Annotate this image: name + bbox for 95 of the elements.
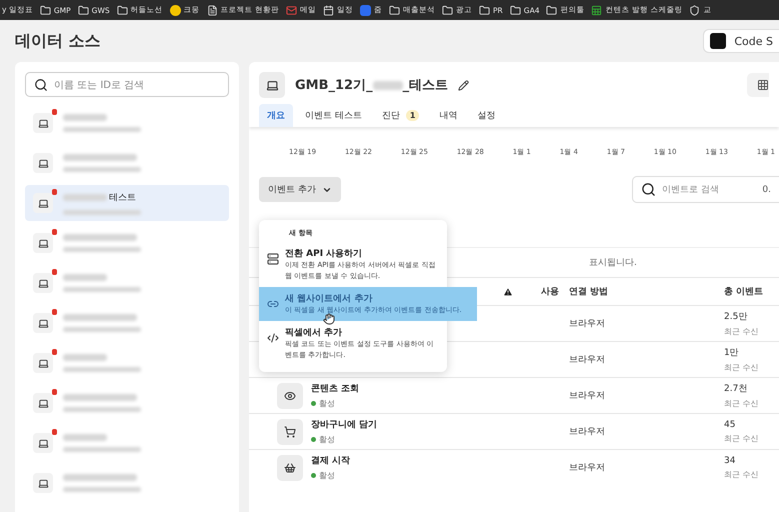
bookmark-icon (170, 4, 181, 16)
logo-icon (710, 33, 726, 49)
folder-icon (40, 4, 51, 16)
laptop-icon (38, 238, 48, 248)
laptop-icon (38, 318, 48, 328)
search-icon (34, 78, 48, 92)
add-event-button[interactable]: 이벤트 추가 (259, 177, 341, 202)
alert-icon (52, 309, 57, 315)
table-cell-text: 브라우저 (569, 390, 606, 402)
source-title: GMB_12기_ _테스트 (295, 77, 448, 94)
basket-icon (284, 462, 296, 474)
table-cell-text: 브라우저 (569, 354, 606, 366)
sidebar-item[interactable]: 테스트 (25, 185, 229, 221)
laptop-icon (38, 398, 48, 408)
table-cell-text: 2.7천 (724, 383, 748, 395)
event-status: 활성 (311, 398, 360, 409)
event-name: 장바구니에 담기 (311, 419, 378, 431)
link-icon (267, 298, 279, 310)
bookmark-icon (323, 4, 334, 16)
folder-icon (442, 4, 454, 16)
alert-icon (52, 349, 57, 355)
bookmark-icon (360, 4, 372, 16)
laptop-icon (38, 278, 48, 288)
source-name: 테스트 (109, 192, 136, 204)
code-icon (267, 332, 279, 344)
grid-button[interactable] (747, 73, 769, 97)
status-dot (311, 437, 316, 442)
laptop-icon (38, 358, 48, 368)
folder-icon (78, 4, 89, 16)
tab[interactable]: 개요 (259, 104, 293, 127)
bookmark-icon (206, 4, 218, 16)
alert-icon (52, 269, 57, 275)
bookmark-icon (689, 4, 700, 16)
laptop-icon (38, 438, 48, 448)
alert-icon (52, 389, 57, 395)
cart-icon (284, 426, 296, 438)
laptop-icon (38, 478, 48, 488)
blurred-name (63, 354, 107, 361)
blurred-name (63, 194, 107, 201)
tab[interactable]: 진단 1 (374, 104, 428, 127)
laptop-icon (38, 158, 48, 168)
event-status: 활성 (311, 470, 350, 481)
page-title: 데이터 소스 (15, 30, 101, 52)
alert-icon (52, 189, 57, 195)
table-cell-text: 최근 수신 (724, 432, 760, 444)
laptop-icon (38, 118, 48, 128)
laptop-icon (38, 198, 48, 208)
status-dot (311, 401, 316, 406)
event-status: 활성 (311, 434, 378, 445)
table-cell-text: 45 (724, 420, 736, 430)
table-cell-text: 최근 수신 (724, 326, 760, 337)
laptop-icon (266, 78, 278, 92)
table-cell-text: 2.5만 (724, 311, 748, 323)
warning-icon (503, 286, 513, 296)
folder-icon (389, 4, 400, 16)
table-cell-text: 브라우저 (569, 318, 606, 330)
column-header: 사용 (503, 285, 569, 298)
count-badge: 1 (406, 110, 420, 121)
server-icon (267, 253, 279, 265)
bookmark-icon (286, 4, 298, 16)
folder-icon (116, 4, 128, 16)
event-name: 결제 시작 (311, 455, 350, 467)
tab[interactable]: 내역 (431, 104, 466, 127)
table-cell-text: 최근 수신 (724, 362, 760, 373)
event-search-field[interactable]: 이벤트로 검색 0. (632, 176, 779, 203)
hand-cursor-icon (323, 313, 335, 325)
folder-icon (546, 4, 558, 16)
status-dot (311, 473, 316, 478)
table-cell-text: 브라우저 (569, 426, 606, 438)
count-text: 0. (762, 184, 771, 194)
search-field[interactable]: 이름 또는 ID로 검색 (25, 72, 229, 97)
tab[interactable]: 이벤트 테스트 (297, 104, 370, 127)
table-cell-text: 최근 수신 (724, 468, 760, 480)
table-cell-text: 브라우저 (569, 462, 606, 474)
blurred-name (63, 114, 107, 121)
search-icon (641, 182, 656, 197)
blurred-name (63, 274, 107, 281)
event-name: 콘텐츠 조회 (311, 383, 360, 395)
column-header: 연결 방법 (569, 286, 610, 298)
alert-icon (52, 109, 57, 115)
table-cell-text: 34 (724, 456, 736, 466)
tab[interactable]: 설정 (469, 104, 504, 127)
table-cell-text: 최근 수신 (724, 398, 760, 409)
folder-icon (479, 4, 490, 16)
edit-icon[interactable] (458, 80, 470, 90)
bookmark-icon (591, 4, 602, 16)
grid-icon (757, 79, 769, 91)
blurred-name (63, 434, 107, 441)
table-cell-text: 1만 (724, 347, 740, 359)
alert-icon (52, 229, 57, 235)
alert-icon (52, 429, 57, 435)
folder-icon (510, 4, 521, 16)
code-button[interactable]: Code S (703, 29, 779, 53)
column-header: 총 이벤트 (724, 286, 764, 298)
eye-icon (284, 390, 296, 402)
